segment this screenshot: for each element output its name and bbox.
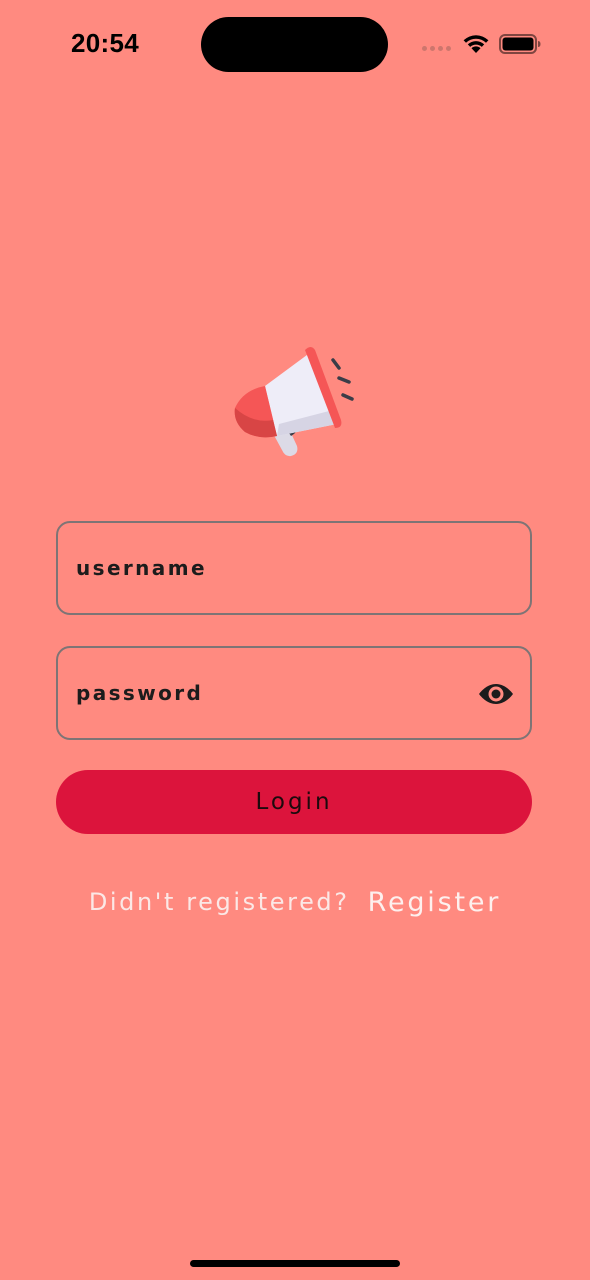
password-field[interactable] (56, 646, 532, 740)
status-time: 20:54 (71, 28, 139, 58)
register-prompt: Didn't registered? (88, 888, 350, 916)
wifi-icon (463, 35, 489, 53)
eye-icon[interactable] (478, 678, 514, 710)
dynamic-island (201, 17, 388, 72)
status-bar: 20:54 (0, 0, 590, 90)
cellular-signal-icon (422, 46, 451, 51)
register-link[interactable]: Register (368, 887, 502, 918)
home-indicator (190, 1260, 400, 1267)
register-row: Didn't registered? Register (0, 880, 590, 924)
battery-icon (499, 34, 541, 54)
megaphone-icon (234, 347, 354, 457)
username-input[interactable] (76, 523, 456, 613)
login-button[interactable]: Login (56, 770, 532, 834)
password-input[interactable] (76, 648, 456, 738)
username-field[interactable] (56, 521, 532, 615)
